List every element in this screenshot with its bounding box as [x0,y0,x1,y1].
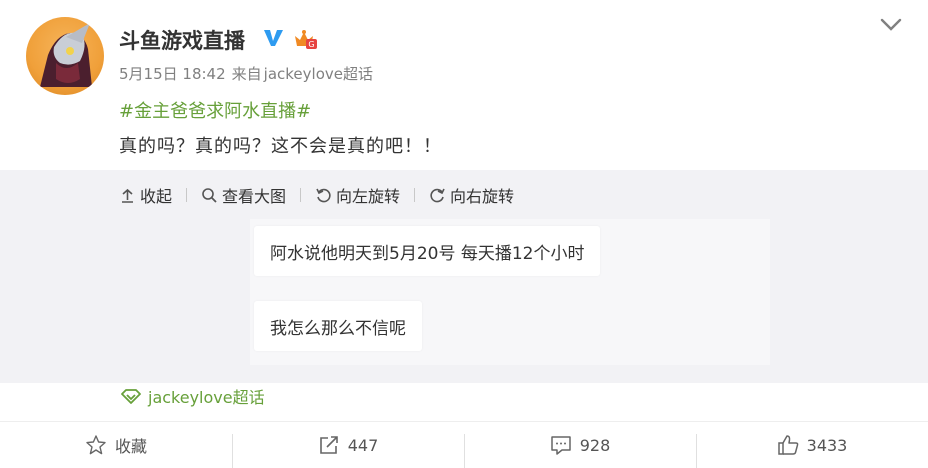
crown-badge-icon[interactable]: G [292,28,318,50]
favorite-label: 收藏 [114,437,147,456]
rotate-left-button[interactable]: 向左旋转 [315,183,400,207]
thumbs-up-icon [777,435,798,455]
avatar[interactable] [26,17,104,95]
toolbar-divider [300,188,302,202]
repost-count: 447 [347,435,379,455]
author-name[interactable]: 斗鱼游戏直播 [119,25,245,55]
comment-count: 928 [579,435,611,455]
image-text-bubble: 我怎么那么不信呢 [254,301,422,351]
collapse-button[interactable]: 收起 [119,183,172,207]
repost-button[interactable]: 447 [232,422,464,468]
upload-icon [122,188,133,203]
media-toolbar: 收起 查看大图 向左旋转 向右旋转 [119,183,514,207]
supertopic-diamond-icon [121,389,141,404]
favorite-button[interactable]: 收藏 [0,422,232,468]
topic-link[interactable]: #金主爸爸求阿水直播# [119,97,311,123]
comment-button[interactable]: 928 [464,422,696,468]
action-bar: 收藏 447 928 3433 [0,422,928,468]
verified-icon [264,30,283,46]
rotate-right-button[interactable]: 向右旋转 [429,183,514,207]
chevron-down-icon[interactable] [879,14,903,34]
post-meta: 5月15日 18:42 来自 jackeylove超话 [119,63,379,84]
post-text: 真的吗？真的吗？这不会是真的吧！！ [119,136,442,157]
view-large-label: 查看大图 [222,187,287,206]
rotate-right-icon [430,188,445,202]
share-icon [319,436,338,454]
rotate-right-label: 向右旋转 [450,187,515,206]
magnifier-icon [202,187,217,203]
like-count: 3433 [806,435,848,455]
like-button[interactable]: 3433 [696,422,928,468]
toolbar-divider [186,188,188,202]
rotate-left-icon [316,188,331,202]
supertopic-link[interactable]: jackeylove超话 [120,384,265,408]
source-prefix: 来自 [231,65,262,83]
view-large-button[interactable]: 查看大图 [201,183,286,207]
collapse-label: 收起 [140,187,173,206]
image-text-bubble: 阿水说他明天到5月20号 每天播12个小时 [254,226,601,276]
supertopic-label: jackeylove超话 [148,388,265,407]
toolbar-divider [414,188,416,202]
avatar-image [40,23,92,87]
svg-text:G: G [308,40,314,49]
post-date[interactable]: 5月15日 18:42 [119,65,226,83]
rotate-left-label: 向左旋转 [336,187,401,206]
comment-icon [550,436,571,455]
star-icon [86,435,106,455]
post-source[interactable]: jackeylove超话 [264,65,373,83]
